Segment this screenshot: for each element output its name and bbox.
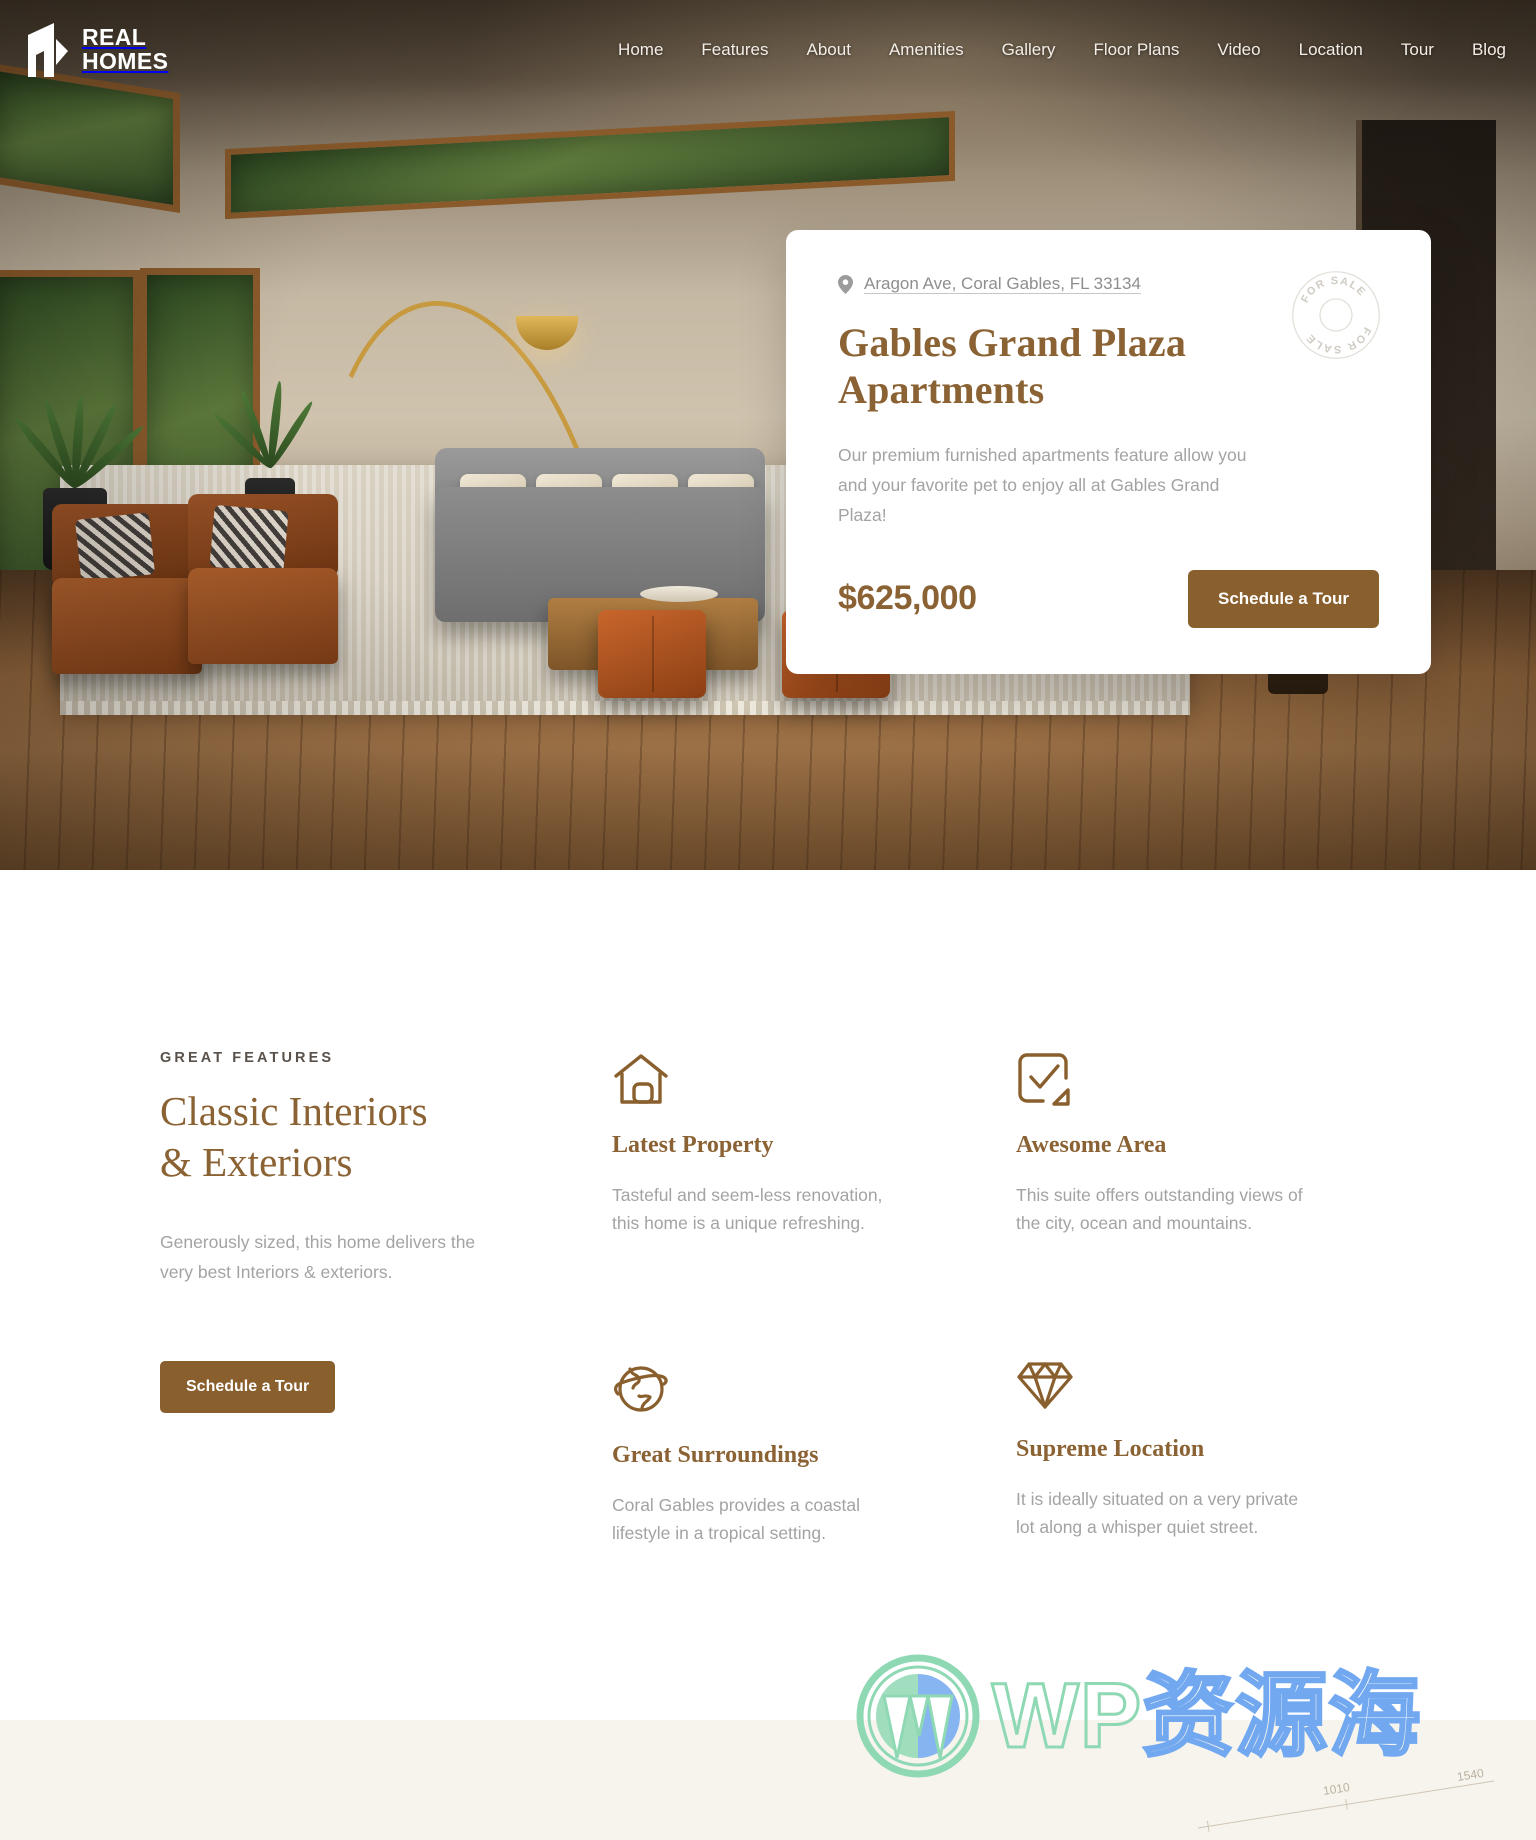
nav-item-location[interactable]: Location — [1299, 40, 1363, 60]
floor-plan-band: 1010 1540 — [0, 1720, 1536, 1840]
leather-armchair — [188, 568, 338, 664]
leather-armchair — [52, 578, 202, 674]
property-description: Our premium furnished apartments feature… — [838, 444, 1247, 525]
features-eyebrow: GREAT FEATURES — [160, 1050, 335, 1066]
feature-name: Supreme Location — [1016, 1435, 1205, 1462]
leather-ottoman — [598, 610, 706, 698]
feature-name: Great Surroundings — [612, 1441, 819, 1468]
nav-item-tour[interactable]: Tour — [1401, 40, 1434, 60]
house-outline-icon — [614, 1054, 668, 1104]
brand-name: REAL HOMES — [82, 24, 169, 74]
hero-section: REAL HOMES Home Features About Amenities… — [0, 0, 1536, 870]
nav-item-features[interactable]: Features — [701, 40, 768, 60]
check-square-icon — [1018, 1053, 1070, 1106]
features-section: GREAT FEATURES Classic Interiors & Exter… — [0, 870, 1536, 1720]
property-card: FOR SALE FOR SALE Aragon Ave, Coral Gabl… — [786, 230, 1431, 674]
feature-text: Coral Gables provides a coastal lifestyl… — [612, 1494, 861, 1544]
diamond-icon — [1017, 1362, 1073, 1409]
nav-item-floor-plans[interactable]: Floor Plans — [1093, 40, 1179, 60]
window-strip — [225, 110, 955, 220]
for-sale-seal-icon: FOR SALE FOR SALE — [1292, 271, 1380, 359]
nav-item-blog[interactable]: Blog — [1472, 40, 1506, 60]
features-intro: GREAT FEATURES Classic Interiors & Exter… — [160, 1050, 520, 1413]
nav-item-about[interactable]: About — [807, 40, 851, 60]
property-card-footer: $625,000 Schedule a Tour — [838, 569, 1379, 628]
door-logo-icon — [28, 23, 68, 77]
feature-text: Tasteful and seem-less renovation, this … — [612, 1185, 883, 1234]
features-grid: Latest Property Tasteful and seem-less r… — [612, 1052, 1402, 1547]
patterned-cushion — [209, 504, 289, 574]
feature-card-supreme-location: Supreme Location It is ideally situated … — [1016, 1360, 1402, 1548]
map-pin-icon — [838, 274, 853, 294]
globe-ring-icon — [614, 1366, 668, 1412]
feature-text: It is ideally situated on a very private… — [1016, 1488, 1299, 1538]
property-address-link[interactable]: Aragon Ave, Coral Gables, FL 33134 — [864, 274, 1141, 294]
lamp-shade — [516, 316, 578, 350]
decor-bowl — [640, 586, 718, 602]
features-subtitle: Generously sized, this home delivers the… — [160, 1231, 476, 1282]
features-title: Classic Interiors & Exteriors — [160, 1086, 520, 1189]
feature-card-latest-property: Latest Property Tasteful and seem-less r… — [612, 1052, 998, 1238]
site-logo[interactable]: REAL HOMES — [24, 21, 168, 79]
schedule-tour-button[interactable]: Schedule a Tour — [1188, 569, 1379, 628]
brand-line-2: HOMES — [82, 48, 169, 74]
features-schedule-tour-button[interactable]: Schedule a Tour — [160, 1360, 336, 1413]
features-title-line-1: Classic Interiors — [160, 1088, 428, 1134]
features-title-line-2: & Exteriors — [160, 1139, 353, 1186]
nav-item-gallery[interactable]: Gallery — [1002, 40, 1056, 60]
nav-links: Home Features About Amenities Gallery Fl… — [618, 40, 1506, 60]
property-price: $625,000 — [838, 579, 977, 618]
brand-line-1: REAL — [82, 24, 147, 51]
feature-card-awesome-area: Awesome Area This suite offers outstandi… — [1016, 1052, 1402, 1238]
nav-item-amenities[interactable]: Amenities — [889, 40, 964, 60]
dimension-label-1010: 1010 — [1322, 1779, 1351, 1799]
dimension-label-1540: 1540 — [1456, 1765, 1485, 1785]
nav-item-video[interactable]: Video — [1217, 40, 1260, 60]
svg-text:FOR SALE: FOR SALE — [1299, 275, 1368, 305]
nav-item-home[interactable]: Home — [618, 40, 663, 60]
feature-text: This suite offers outstanding views of t… — [1016, 1185, 1303, 1234]
feature-name: Awesome Area — [1016, 1132, 1167, 1158]
patterned-cushion — [74, 512, 156, 582]
feature-name: Latest Property — [612, 1132, 774, 1158]
main-navigation: REAL HOMES Home Features About Amenities… — [0, 0, 1536, 100]
svg-text:FOR SALE: FOR SALE — [1304, 325, 1373, 355]
feature-card-great-surroundings: Great Surroundings Coral Gables provides… — [612, 1360, 998, 1548]
